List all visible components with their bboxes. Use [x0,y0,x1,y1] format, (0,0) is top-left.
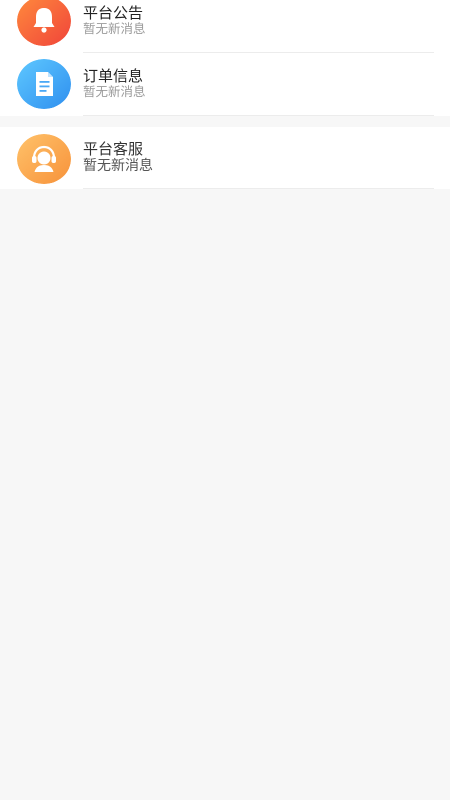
message-subtitle: 暂无新消息 [83,21,146,36]
document-icon [17,59,71,109]
message-item-customer-service[interactable]: 平台客服 暂无新消息 [0,127,450,189]
message-item-order-info[interactable]: 订单信息 暂无新消息 [0,52,450,116]
bell-icon [17,0,71,46]
customer-service-icon [17,134,71,184]
message-center-screen: 平台公告 暂无新消息 订单信息 暂无新消息 平台客服 暂无新消息 [0,0,450,800]
message-item-platform-announcement[interactable]: 平台公告 暂无新消息 [0,0,450,53]
divider [83,115,434,116]
divider [83,188,434,189]
message-subtitle: 暂无新消息 [83,84,146,99]
message-title: 平台公告 [83,4,144,22]
message-list: 平台公告 暂无新消息 订单信息 暂无新消息 [0,0,450,116]
message-subtitle: 暂无新消息 [83,158,153,174]
message-title: 平台客服 [83,140,144,158]
message-title: 订单信息 [83,67,144,85]
service-list: 平台客服 暂无新消息 [0,127,450,189]
